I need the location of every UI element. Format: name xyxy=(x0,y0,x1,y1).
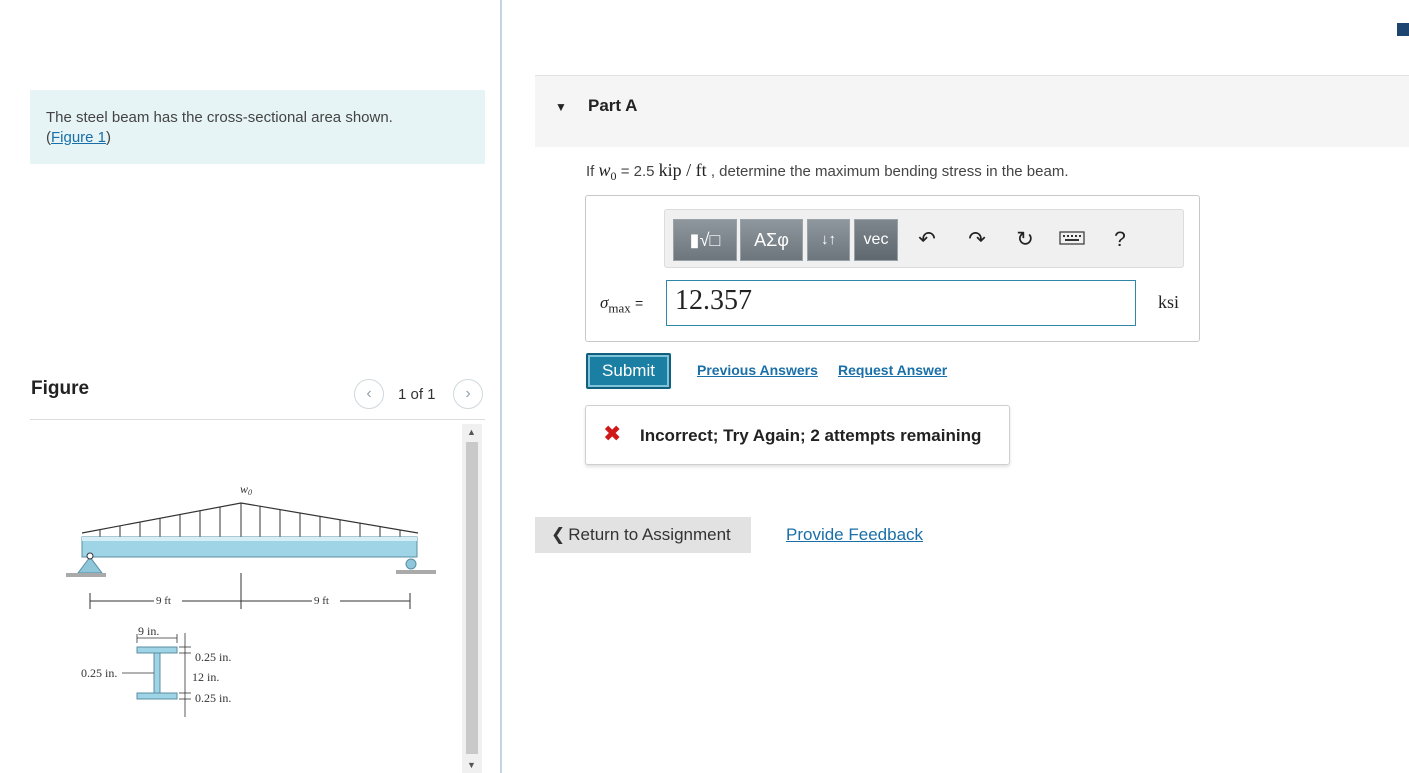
scroll-thumb[interactable] xyxy=(466,442,478,754)
question-text: If w0 = 2.5 kip / ft , determine the max… xyxy=(586,160,1069,184)
problem-statement: The steel beam has the cross-sectional a… xyxy=(30,90,485,164)
question-suffix: , determine the maximum bending stress i… xyxy=(706,163,1069,180)
beam-figure: w0 9 ft 9 ft 9 in. 0.25 in. 0.25 in. 12 … xyxy=(30,425,460,773)
roller-ground xyxy=(396,570,436,574)
panel-divider xyxy=(500,0,502,773)
depth-label: 12 in. xyxy=(192,670,219,684)
figure-title: Figure xyxy=(31,378,90,399)
math-toolbar: ▮√□ ΑΣφ ↓↑ vec ↶ ↷ ↻ ? xyxy=(664,209,1184,268)
corner-indicator-icon xyxy=(1397,23,1409,36)
answer-unit: ksi xyxy=(1158,292,1180,312)
figure-pager: ‹ 1 of 1 › xyxy=(354,379,486,411)
keyboard-icon[interactable] xyxy=(1058,226,1086,254)
question-unit: kip / ft xyxy=(658,160,707,180)
part-header[interactable]: ▼ Part A xyxy=(535,75,1409,147)
collapse-caret-icon[interactable]: ▼ xyxy=(555,100,567,114)
chevron-left-icon[interactable]: ‹ xyxy=(354,379,384,409)
redo-icon[interactable]: ↷ xyxy=(963,226,991,254)
equals-sign: = xyxy=(635,295,644,311)
previous-answers-link[interactable]: Previous Answers xyxy=(697,362,818,378)
part-title: Part A xyxy=(588,96,638,115)
top-flange-label: 0.25 in. xyxy=(195,650,231,664)
load-label: w0 xyxy=(240,482,252,497)
load-outline xyxy=(81,502,419,534)
roller-support xyxy=(405,558,417,570)
answer-label: σmax = xyxy=(600,293,643,316)
scroll-down-icon[interactable]: ▼ xyxy=(467,760,476,770)
problem-text: The steel beam has the cross-sectional a… xyxy=(46,109,393,126)
vec-button[interactable]: vec xyxy=(854,219,898,261)
undo-icon[interactable]: ↶ xyxy=(913,226,941,254)
figure-link-close: ) xyxy=(106,129,112,146)
provide-feedback-link[interactable]: Provide Feedback xyxy=(786,525,923,545)
figure-page-count: 1 of 1 xyxy=(398,386,436,403)
chevron-left-icon: ❮ xyxy=(551,525,566,544)
span-dimension xyxy=(89,573,411,609)
web-thickness-label: 0.25 in. xyxy=(81,666,117,680)
x-icon: ✖ xyxy=(603,421,622,446)
feedback-text: Incorrect; Try Again; 2 attempts remaini… xyxy=(640,426,982,445)
question-var: w xyxy=(598,160,611,180)
chevron-right-icon[interactable]: › xyxy=(453,379,483,409)
answer-input[interactable]: 12.357 xyxy=(666,280,1136,326)
answer-box: ▮√□ ΑΣφ ↓↑ vec ↶ ↷ ↻ ? σmax = 12.357 ksi xyxy=(585,195,1200,342)
return-label: Return to Assignment xyxy=(568,525,731,544)
left-panel: The steel beam has the cross-sectional a… xyxy=(0,0,500,773)
request-answer-link[interactable]: Request Answer xyxy=(838,362,947,378)
reset-icon[interactable]: ↻ xyxy=(1011,226,1039,254)
help-button[interactable]: ? xyxy=(1106,226,1134,254)
question-prefix: If xyxy=(586,163,599,180)
scroll-up-icon[interactable]: ▲ xyxy=(467,427,476,437)
beam-diagram: w0 9 ft 9 ft 9 in. 0.25 in. 0.25 in. 12 … xyxy=(66,482,436,717)
question-eq: = 2.5 xyxy=(616,163,659,180)
span-left-label: 9 ft xyxy=(156,595,171,607)
symbols-button[interactable]: ΑΣφ xyxy=(740,219,803,261)
figure-link[interactable]: Figure 1 xyxy=(51,129,106,146)
figure-scrollbar[interactable]: ▲ ▼ xyxy=(462,424,482,773)
span-right-label: 9 ft xyxy=(314,595,329,607)
return-to-assignment-button[interactable]: ❮ Return to Assignment xyxy=(535,517,751,553)
templates-button[interactable]: ▮√□ xyxy=(673,219,737,261)
flange-width-label: 9 in. xyxy=(138,624,159,638)
figure-divider xyxy=(30,419,485,420)
beam-highlight xyxy=(82,537,417,541)
pin-ground xyxy=(66,573,106,577)
feedback-message: ✖ Incorrect; Try Again; 2 attempts remai… xyxy=(585,405,1010,465)
load-arrows xyxy=(99,503,401,537)
arrows-button[interactable]: ↓↑ xyxy=(807,219,850,261)
pin-circle xyxy=(86,552,94,560)
sigma-subscript: max xyxy=(608,300,631,316)
bottom-flange-label: 0.25 in. xyxy=(195,691,231,705)
submit-button[interactable]: Submit xyxy=(586,353,671,389)
